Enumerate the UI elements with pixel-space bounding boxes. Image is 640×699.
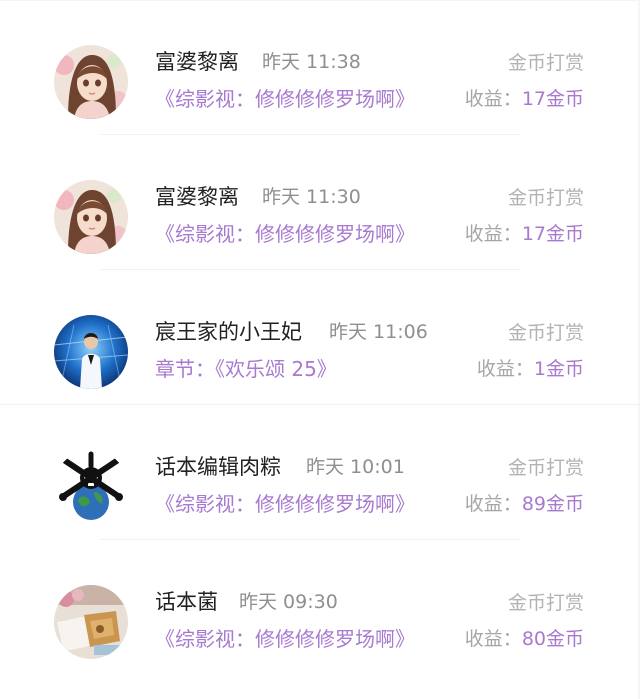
- income-label: 收益：: [464, 628, 522, 650]
- user-name[interactable]: 富婆黎离: [155, 48, 239, 76]
- income-label: 收益：: [464, 493, 522, 515]
- avatar[interactable]: [54, 180, 128, 254]
- income-label: 收益：: [476, 358, 534, 380]
- income: 收益：1金币: [477, 355, 584, 383]
- reward-time: 昨天 11:06: [329, 321, 428, 343]
- reward-time: 昨天 09:30: [239, 591, 338, 613]
- reward-record-item[interactable]: 宸王家的小王妃 昨天 11:06 金币打赏 章节：《欢乐颂 25》 收益：1金币: [0, 270, 640, 405]
- user-name[interactable]: 富婆黎离: [155, 183, 239, 211]
- avatar-anime-girl-icon: [54, 180, 128, 254]
- income: 收益：17金币: [465, 220, 584, 248]
- reward-record-list: 富婆黎离 昨天 11:38 金币打赏 《综影视：修修修修罗场啊》 收益：17金币…: [0, 0, 640, 699]
- work-title-link[interactable]: 《综影视：修修修修罗场啊》: [155, 490, 415, 518]
- avatar[interactable]: [54, 315, 128, 389]
- income-value: 80金币: [521, 628, 584, 650]
- reward-record-item[interactable]: 话本菌 昨天 09:30 金币打赏 《综影视：修修修修罗场啊》 收益：80金币: [0, 540, 640, 675]
- avatar-anime-girl-icon: [54, 45, 128, 119]
- user-name[interactable]: 宸王家的小王妃: [155, 318, 302, 346]
- reward-type: 金币打赏: [507, 457, 584, 479]
- user-name[interactable]: 话本菌: [155, 588, 218, 616]
- avatar-performer-stage-icon: [54, 315, 128, 389]
- income: 收益：80金币: [465, 625, 584, 653]
- reward-record-item[interactable]: 富婆黎离 昨天 11:38 金币打赏 《综影视：修修修修罗场啊》 收益：17金币: [0, 0, 640, 135]
- work-title-link[interactable]: 《综影视：修修修修罗场啊》: [155, 625, 415, 653]
- reward-time: 昨天 11:38: [262, 51, 361, 73]
- reward-type: 金币打赏: [507, 187, 584, 209]
- avatar-skull-globe-icon: [54, 450, 128, 524]
- income: 收益：89金币: [465, 490, 584, 518]
- avatar[interactable]: [54, 45, 128, 119]
- reward-record-item[interactable]: 话本编辑肉粽 昨天 10:01 金币打赏 《综影视：修修修修罗场啊》 收益：89…: [0, 405, 640, 540]
- income-label: 收益：: [464, 88, 522, 110]
- user-name[interactable]: 话本编辑肉粽: [155, 453, 281, 481]
- avatar-food-photo-icon: [54, 585, 128, 659]
- work-title-link[interactable]: 章节：《欢乐颂 25》: [155, 355, 337, 383]
- avatar[interactable]: [54, 450, 128, 524]
- reward-type: 金币打赏: [507, 322, 584, 344]
- income-value: 17金币: [521, 223, 584, 245]
- income-value: 1金币: [533, 358, 584, 380]
- reward-type: 金币打赏: [507, 592, 584, 614]
- reward-time: 昨天 10:01: [306, 456, 405, 478]
- work-title-link[interactable]: 《综影视：修修修修罗场啊》: [155, 220, 415, 248]
- avatar[interactable]: [54, 585, 128, 659]
- reward-record-item[interactable]: 富婆黎离 昨天 11:30 金币打赏 《综影视：修修修修罗场啊》 收益：17金币: [0, 135, 640, 270]
- income-value: 17金币: [521, 88, 584, 110]
- income-value: 89金币: [521, 493, 584, 515]
- income-label: 收益：: [464, 223, 522, 245]
- reward-time: 昨天 11:30: [262, 186, 361, 208]
- reward-type: 金币打赏: [507, 52, 584, 74]
- work-title-link[interactable]: 《综影视：修修修修罗场啊》: [155, 85, 415, 113]
- income: 收益：17金币: [465, 85, 584, 113]
